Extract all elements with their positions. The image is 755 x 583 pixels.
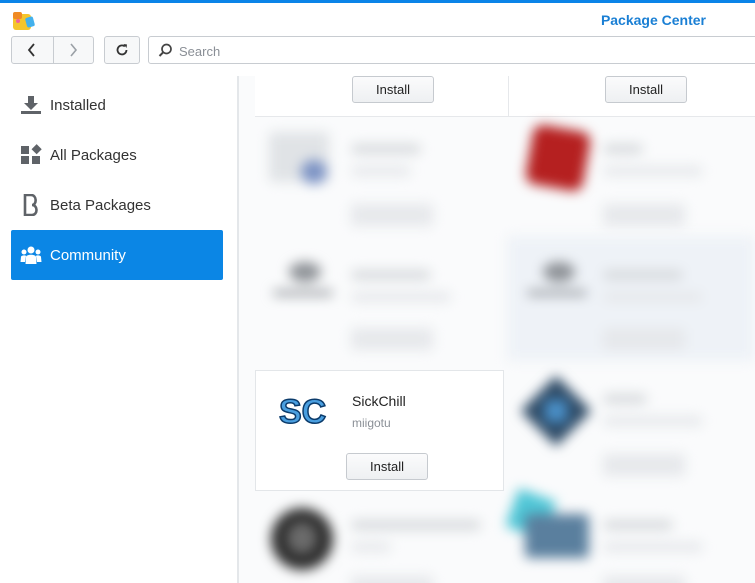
- search-input[interactable]: [179, 42, 679, 60]
- row-divider: [255, 116, 755, 117]
- refresh-button[interactable]: [104, 36, 140, 64]
- sidebar: Installed All Packages Beta Packages Com…: [0, 76, 237, 583]
- search-field[interactable]: [148, 36, 755, 64]
- download-icon: [20, 94, 42, 116]
- sidebar-item-label: Beta Packages: [50, 196, 151, 214]
- package-card-sickchill[interactable]: SC SickChill miigotu Install: [255, 370, 504, 491]
- install-button[interactable]: Install: [605, 76, 687, 103]
- sidebar-item-all-packages[interactable]: All Packages: [11, 130, 223, 180]
- chevron-right-icon: [70, 43, 78, 57]
- button-label: Install: [370, 459, 404, 474]
- search-icon: [158, 43, 172, 57]
- window-title: Package Center: [600, 12, 706, 28]
- grid-icon: [20, 144, 42, 166]
- forward-button[interactable]: [52, 37, 94, 63]
- sidebar-item-beta-packages[interactable]: Beta Packages: [11, 180, 223, 230]
- package-author: miigotu: [352, 416, 391, 430]
- package-center-app-icon: [13, 12, 35, 30]
- sidebar-item-community[interactable]: Community: [11, 230, 223, 280]
- sidebar-item-installed[interactable]: Installed: [11, 80, 223, 130]
- refresh-icon: [116, 44, 128, 56]
- beta-icon: [20, 194, 42, 216]
- svg-text:SC: SC: [279, 393, 326, 431]
- sidebar-item-label: All Packages: [50, 146, 137, 164]
- package-name: SickChill: [352, 393, 406, 409]
- community-icon: [20, 244, 42, 266]
- package-grid: Install Install SC SickChill miigotu Ins…: [239, 76, 755, 583]
- sidebar-item-label: Installed: [50, 96, 106, 114]
- install-button[interactable]: Install: [352, 76, 434, 103]
- back-button[interactable]: [12, 37, 53, 63]
- sickchill-logo-icon: SC: [278, 392, 327, 431]
- card-divider: [508, 76, 509, 116]
- title-bar: Package Center: [0, 3, 755, 35]
- button-label: Install: [629, 82, 663, 97]
- chevron-left-icon: [28, 43, 35, 57]
- button-label: Install: [376, 82, 410, 97]
- sidebar-item-label: Community: [50, 246, 126, 264]
- navigation-buttons: [11, 36, 94, 64]
- toolbar: [0, 35, 755, 65]
- install-button[interactable]: Install: [346, 453, 428, 480]
